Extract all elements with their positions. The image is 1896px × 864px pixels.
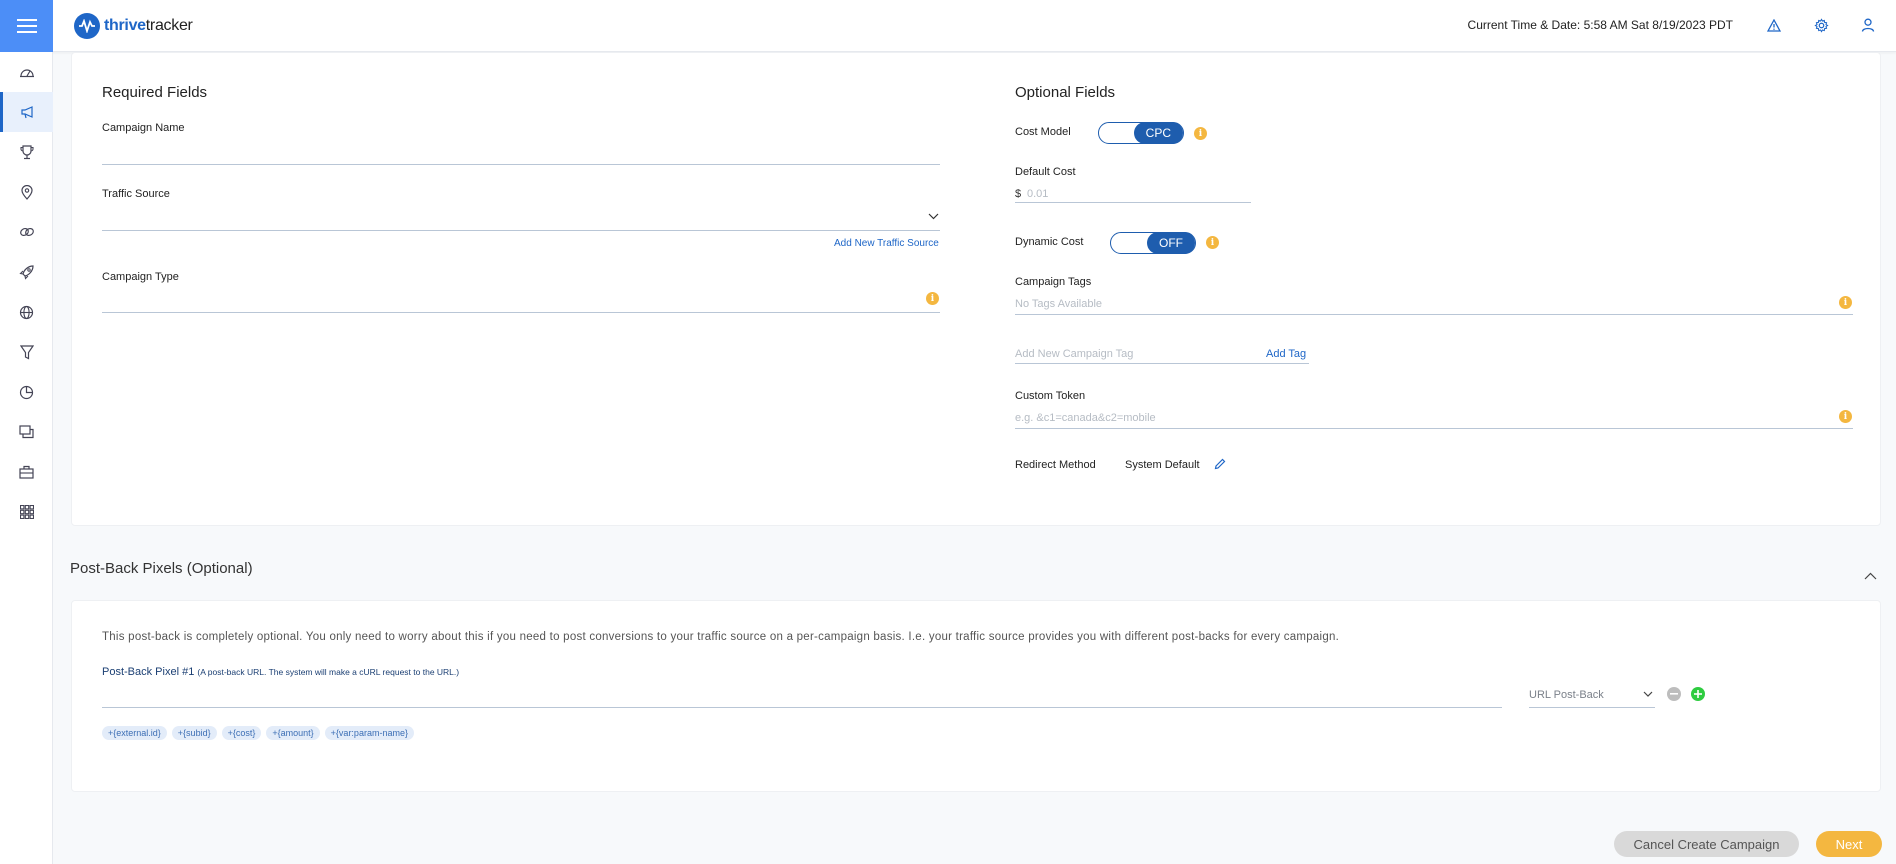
sidebar-item-dashboard[interactable]	[0, 52, 53, 92]
add-tag-button[interactable]: Add Tag	[1266, 348, 1306, 360]
sidebar-item-tools[interactable]	[0, 452, 53, 492]
pie-chart-icon	[19, 385, 34, 399]
postback-pixel-label: Post-Back Pixel #1 (A post-back URL. The…	[102, 666, 460, 678]
next-button[interactable]: Next	[1816, 831, 1882, 857]
link-icon	[19, 227, 34, 237]
location-pin-icon	[20, 184, 33, 200]
plus-icon	[1694, 690, 1702, 698]
custom-token-label: Custom Token	[1015, 390, 1086, 402]
sidebar-item-pages[interactable]	[0, 412, 53, 452]
campaign-type-label: Campaign Type	[102, 271, 179, 283]
traffic-source-label: Traffic Source	[102, 188, 170, 200]
remove-pixel-button[interactable]	[1667, 687, 1681, 701]
megaphone-icon	[21, 106, 33, 119]
token-chip-subid[interactable]: +{subid}	[171, 726, 217, 740]
user-icon	[1861, 18, 1875, 32]
new-campaign-tag-input[interactable]	[1015, 342, 1309, 364]
info-icon[interactable]: i	[1206, 236, 1219, 249]
campaign-tags-select[interactable]	[1015, 293, 1853, 315]
cost-model-label: Cost Model	[1015, 126, 1071, 138]
campaign-type-select[interactable]	[102, 289, 940, 313]
token-chip-amount[interactable]: +{amount}	[266, 726, 320, 740]
info-icon[interactable]: i	[1839, 296, 1852, 309]
minus-icon	[1670, 693, 1678, 695]
redirect-method-label: Redirect Method	[1015, 459, 1096, 471]
sidebar-item-funnels[interactable]	[0, 332, 53, 372]
campaign-form-card: Required Fields Campaign Name Traffic So…	[71, 52, 1881, 526]
postback-card: This post-back is completely optional. Y…	[71, 600, 1881, 792]
postback-url-input[interactable]	[102, 684, 1502, 708]
default-cost-label: Default Cost	[1015, 166, 1076, 178]
sidebar-nav	[0, 52, 53, 864]
gear-icon	[1813, 17, 1829, 33]
user-account-button[interactable]	[1858, 15, 1878, 35]
logo-text: thrivetracker	[104, 17, 193, 34]
postback-section-title: Post-Back Pixels (Optional)	[70, 560, 253, 577]
trophy-icon	[19, 144, 34, 159]
warning-triangle-icon	[1767, 18, 1781, 32]
sidebar-item-reports[interactable]	[0, 372, 53, 412]
campaign-name-input[interactable]	[102, 143, 940, 165]
default-cost-input[interactable]	[1015, 181, 1251, 203]
traffic-source-select[interactable]	[102, 207, 940, 231]
logo-wave-icon	[74, 13, 100, 39]
sidebar-item-apps[interactable]	[0, 492, 53, 532]
collapse-chevron-up-icon[interactable]	[1864, 572, 1877, 580]
sidebar-item-landers[interactable]	[0, 172, 53, 212]
current-time-date: Current Time & Date: 5:58 AM Sat 8/19/20…	[1467, 18, 1733, 32]
alert-button[interactable]	[1764, 15, 1784, 35]
globe-icon	[19, 305, 34, 319]
hamburger-icon	[16, 19, 37, 33]
postback-description: This post-back is completely optional. Y…	[102, 631, 1340, 643]
settings-button[interactable]	[1811, 15, 1831, 35]
app-logo[interactable]: thrivetracker	[74, 12, 193, 40]
sidebar-item-links[interactable]	[0, 212, 53, 252]
token-chips: +{external.id} +{subid} +{cost} +{amount} +{…	[102, 723, 419, 741]
cost-model-toggle[interactable]: CPC	[1098, 122, 1184, 144]
add-pixel-button[interactable]	[1691, 687, 1705, 701]
cancel-create-campaign-button[interactable]: Cancel Create Campaign	[1614, 831, 1799, 857]
token-chip-var-param[interactable]: +{var:param-name}	[324, 726, 414, 740]
filter-icon	[19, 344, 34, 359]
chevron-down-icon[interactable]	[1643, 691, 1653, 697]
token-chip-external-id[interactable]: +{external.id}	[102, 726, 167, 740]
redirect-method-value: System Default	[1125, 459, 1200, 471]
dynamic-cost-toggle[interactable]: OFF	[1110, 232, 1196, 254]
windows-icon	[19, 425, 34, 439]
chevron-down-icon[interactable]	[928, 213, 939, 220]
edit-pencil-icon[interactable]	[1214, 458, 1226, 470]
campaign-tags-label: Campaign Tags	[1015, 276, 1092, 288]
token-chip-cost[interactable]: +{cost}	[221, 726, 262, 740]
custom-token-input[interactable]	[1015, 407, 1853, 429]
cost-model-value: CPC	[1133, 122, 1183, 144]
dashboard-icon	[19, 69, 34, 78]
info-icon[interactable]: i	[926, 292, 939, 305]
sidebar-item-affiliate-networks[interactable]	[0, 292, 53, 332]
rocket-icon	[19, 264, 34, 280]
campaign-name-label: Campaign Name	[102, 122, 185, 134]
sidebar-item-traffic-sources[interactable]	[0, 252, 53, 292]
top-bar: thrivetracker Current Time & Date: 5:58 …	[0, 0, 1896, 52]
apps-grid-icon	[19, 505, 34, 519]
sidebar-item-campaigns[interactable]	[0, 92, 53, 132]
dynamic-cost-value: OFF	[1147, 232, 1195, 254]
sidebar-item-offers[interactable]	[0, 132, 53, 172]
postback-type-select[interactable]	[1529, 684, 1655, 708]
required-fields-title: Required Fields	[102, 84, 208, 101]
info-icon[interactable]: i	[1839, 410, 1852, 423]
briefcase-icon	[19, 465, 34, 479]
info-icon[interactable]: i	[1194, 127, 1207, 140]
optional-fields-title: Optional Fields	[1015, 84, 1116, 101]
menu-toggle-button[interactable]	[0, 0, 53, 52]
add-new-traffic-source-link[interactable]: Add New Traffic Source	[834, 238, 939, 249]
dynamic-cost-label: Dynamic Cost	[1015, 236, 1084, 248]
